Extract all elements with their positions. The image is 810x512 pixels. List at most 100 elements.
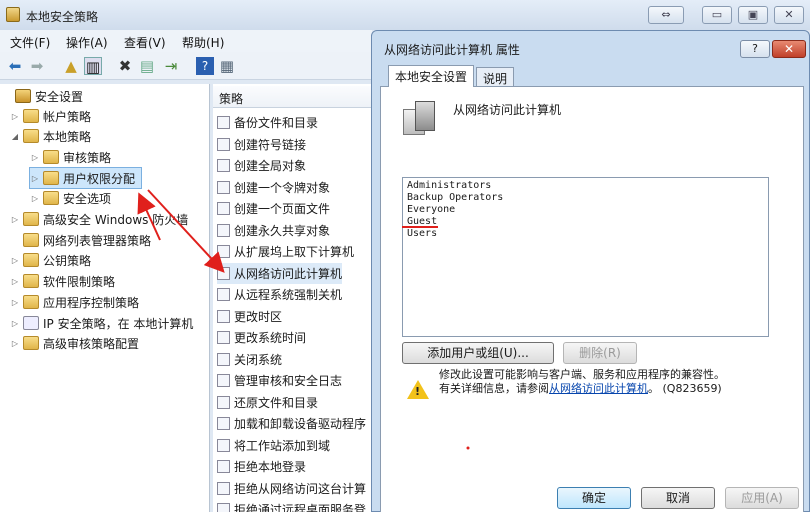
menu-action[interactable]: 操作(A) bbox=[66, 34, 108, 51]
expand-arrow-icon[interactable]: ▷ bbox=[10, 319, 20, 328]
restore-switch-button[interactable]: ⇔ bbox=[648, 6, 684, 24]
policy-item-icon bbox=[217, 266, 230, 280]
tree-item-ip-security[interactable]: ▷ IP 安全策略，在 本地计算机 bbox=[10, 313, 193, 333]
properties-icon[interactable]: ▤ bbox=[138, 57, 156, 75]
show-tree-icon[interactable]: ▥ bbox=[84, 57, 102, 76]
console-icon[interactable]: ▦ bbox=[218, 57, 236, 75]
policy-list-item[interactable]: 创建一个令牌对象 bbox=[217, 177, 330, 198]
column-header-policy[interactable]: 策略 bbox=[213, 86, 373, 108]
policy-list-item[interactable]: 拒绝通过远程桌面服务登 bbox=[217, 499, 366, 512]
account-item[interactable]: Backup Operators bbox=[407, 192, 503, 204]
policy-list-item[interactable]: 更改时区 bbox=[217, 306, 282, 327]
account-item[interactable]: Everyone bbox=[407, 204, 455, 216]
policy-item-icon bbox=[217, 352, 230, 366]
main-window-title: 本地安全策略 bbox=[26, 10, 99, 24]
cancel-button[interactable]: 取消 bbox=[641, 487, 715, 509]
expand-arrow-icon[interactable]: ▷ bbox=[10, 215, 20, 224]
policy-help-link[interactable]: 从网络访问此计算机 bbox=[549, 382, 648, 395]
tree-item-network-list[interactable]: 网络列表管理器策略 bbox=[10, 230, 151, 250]
policy-item-icon bbox=[217, 223, 230, 237]
dialog-help-button[interactable]: ? bbox=[740, 40, 770, 58]
minimize-button[interactable]: ▭ bbox=[702, 6, 732, 24]
policy-item-icon bbox=[217, 116, 230, 129]
expand-arrow-icon[interactable]: ▷ bbox=[10, 298, 20, 307]
policy-item-label: 从扩展坞上取下计算机 bbox=[234, 245, 355, 259]
menu-help[interactable]: 帮助(H) bbox=[182, 34, 224, 51]
expand-arrow-icon[interactable]: ▷ bbox=[10, 277, 20, 286]
policy-item-icon bbox=[217, 438, 230, 452]
policy-list-item[interactable]: 更改系统时间 bbox=[217, 327, 306, 348]
tab-explain[interactable]: 说明 bbox=[476, 67, 515, 87]
tree-item-firewall[interactable]: ▷ 高级安全 Windows 防火墙 bbox=[10, 209, 188, 229]
menu-file[interactable]: 文件(F) bbox=[10, 34, 50, 51]
policy-list-item[interactable]: 创建永久共享对象 bbox=[217, 220, 330, 241]
expand-arrow-icon[interactable]: ▷ bbox=[10, 339, 20, 348]
policy-name-label: 从网络访问此计算机 bbox=[453, 103, 562, 117]
policy-list-item[interactable]: 还原文件和目录 bbox=[217, 392, 318, 413]
back-arrow-icon[interactable]: ⬅ bbox=[6, 57, 24, 75]
tree-item-local-policies[interactable]: ◢ 本地策略 bbox=[10, 126, 91, 146]
policy-item-icon bbox=[217, 503, 230, 512]
dialog-close-button[interactable]: ✕ bbox=[772, 40, 806, 58]
collapse-arrow-icon[interactable]: ◢ bbox=[10, 132, 20, 141]
account-item-guest[interactable]: Guest bbox=[407, 216, 437, 228]
tree-item-audit-policy[interactable]: ▷ 审核策略 bbox=[30, 147, 111, 167]
folder-icon bbox=[23, 109, 39, 123]
tree-item-security-settings[interactable]: 安全设置 bbox=[2, 86, 83, 106]
account-item[interactable]: Administrators bbox=[407, 180, 491, 192]
expand-arrow-icon[interactable]: ▷ bbox=[10, 112, 20, 121]
tree-item-public-key[interactable]: ▷ 公钥策略 bbox=[10, 250, 91, 270]
maximize-button[interactable]: ▣ bbox=[738, 6, 768, 24]
expand-arrow-icon[interactable]: ▷ bbox=[10, 256, 20, 265]
folder-icon bbox=[23, 129, 39, 143]
tree-item-security-options[interactable]: ▷ 安全选项 bbox=[30, 188, 111, 208]
policy-list-item[interactable]: 从网络访问此计算机 bbox=[217, 262, 343, 284]
tree-item-advanced-audit[interactable]: ▷ 高级审核策略配置 bbox=[10, 333, 139, 353]
policy-list-item[interactable]: 管理审核和安全日志 bbox=[217, 370, 342, 391]
tree-item-app-control[interactable]: ▷ 应用程序控制策略 bbox=[10, 292, 139, 312]
policy-list-item[interactable]: 从远程系统强制关机 bbox=[217, 284, 342, 305]
policy-list-item[interactable]: 关闭系统 bbox=[217, 349, 282, 370]
policy-list-item[interactable]: 创建全局对象 bbox=[217, 155, 306, 176]
help-icon[interactable]: ? bbox=[196, 57, 214, 75]
close-button[interactable]: ✕ bbox=[774, 6, 804, 24]
folder-icon bbox=[43, 191, 59, 205]
policy-list-item[interactable]: 拒绝从网络访问这台计算 bbox=[217, 478, 366, 499]
apply-button[interactable]: 应用(A) bbox=[725, 487, 799, 509]
expand-arrow-icon[interactable]: ▷ bbox=[30, 174, 40, 183]
policy-list-item[interactable]: 创建一个页面文件 bbox=[217, 198, 330, 219]
remove-button[interactable]: 删除(R) bbox=[563, 342, 637, 364]
policy-list-item[interactable]: 从扩展坞上取下计算机 bbox=[217, 241, 354, 262]
policy-item-icon bbox=[217, 417, 230, 430]
folder-icon bbox=[23, 274, 39, 288]
dialog-body: 从网络访问此计算机 Administrators Backup Operator… bbox=[380, 86, 804, 512]
policy-item-label: 将工作站添加到域 bbox=[234, 438, 331, 453]
forward-arrow-icon[interactable]: ➡ bbox=[28, 57, 46, 75]
policy-item-label: 从远程系统强制关机 bbox=[234, 288, 343, 302]
policy-list-item[interactable]: 备份文件和目录 bbox=[217, 112, 318, 133]
policy-list-item[interactable]: 创建符号链接 bbox=[217, 134, 306, 155]
up-folder-icon[interactable]: ▲ bbox=[62, 57, 80, 75]
account-item[interactable]: Users bbox=[407, 228, 437, 240]
policy-item-label: 加载和卸载设备驱动程序 bbox=[234, 417, 367, 431]
security-settings-icon bbox=[15, 89, 31, 103]
delete-icon[interactable]: ✖ bbox=[116, 57, 134, 75]
expand-arrow-icon[interactable]: ▷ bbox=[30, 194, 40, 203]
tree-item-account-policies[interactable]: ▷ 帐户策略 bbox=[10, 106, 91, 126]
export-icon[interactable]: ⇥ bbox=[162, 57, 180, 75]
policy-list-item[interactable]: 拒绝本地登录 bbox=[217, 456, 306, 477]
policy-item-icon bbox=[217, 374, 230, 387]
expand-arrow-icon[interactable]: ▷ bbox=[30, 153, 40, 162]
policy-list-item[interactable]: 将工作站添加到域 bbox=[217, 435, 330, 456]
warning-icon: ! bbox=[407, 380, 429, 399]
tab-local-security-setting[interactable]: 本地安全设置 bbox=[388, 65, 475, 87]
accounts-listbox[interactable]: Administrators Backup Operators Everyone… bbox=[402, 177, 769, 337]
tree-item-user-rights-assignment[interactable]: ▷ 用户权限分配 bbox=[28, 167, 143, 189]
policy-item-label: 拒绝通过远程桌面服务登 bbox=[234, 503, 367, 512]
ok-button[interactable]: 确定 bbox=[557, 487, 631, 509]
policy-list-item[interactable]: 加载和卸载设备驱动程序 bbox=[217, 413, 366, 434]
dialog-title: 从网络访问此计算机 属性 bbox=[384, 43, 520, 57]
menu-view[interactable]: 查看(V) bbox=[124, 34, 166, 51]
add-user-or-group-button[interactable]: 添加用户或组(U)... bbox=[402, 342, 554, 364]
tree-item-software-restriction[interactable]: ▷ 软件限制策略 bbox=[10, 271, 115, 291]
